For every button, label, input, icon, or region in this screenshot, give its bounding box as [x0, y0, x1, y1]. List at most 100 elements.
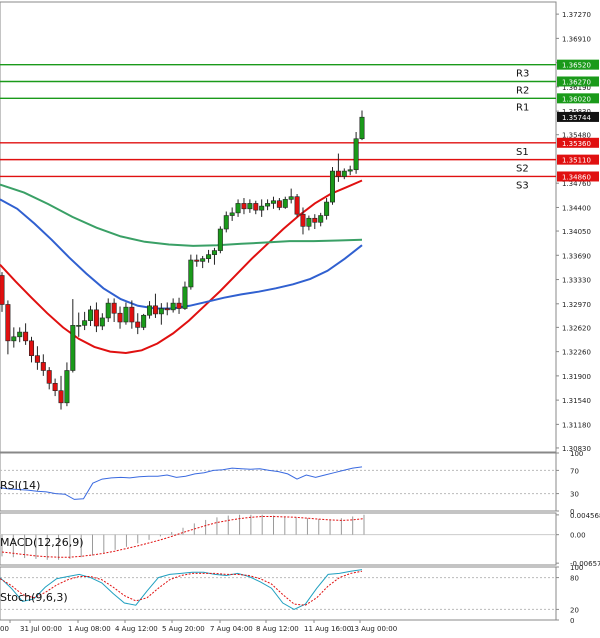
moving-average-line — [0, 198, 363, 310]
candle-body — [318, 215, 324, 223]
candle-body — [158, 308, 164, 315]
price-tick-label: 1.31540 — [562, 397, 591, 405]
level-name: R1 — [516, 102, 529, 113]
candle-body — [129, 306, 135, 323]
candle-body — [23, 331, 29, 342]
candle-body — [306, 217, 312, 227]
main-panel-frame — [0, 1, 557, 453]
indicator-tick-label: 30 — [570, 491, 579, 499]
candle-body — [182, 286, 188, 309]
indicator-name: Stoch(9,6,3) — [0, 591, 68, 604]
indicator-panel-frame — [0, 452, 557, 512]
x-tick-label: 11 Aug 16:00 — [304, 625, 351, 633]
candle-body — [11, 336, 17, 342]
candle-body — [88, 309, 94, 321]
price-tick-label: 1.33330 — [562, 277, 591, 285]
chart-svg: 1.372701.369101.365501.361901.358301.354… — [0, 1, 600, 633]
candle-body — [270, 200, 276, 204]
rsi-line — [0, 466, 363, 500]
level-price-label: 1.36520 — [562, 62, 591, 70]
candle-body — [347, 169, 353, 172]
level-name: S1 — [516, 147, 529, 158]
candle-body — [164, 308, 170, 311]
level-price-label: 1.35360 — [562, 140, 591, 148]
moving-average-line — [0, 183, 363, 247]
candle-body — [117, 312, 123, 323]
candle-body — [335, 170, 341, 177]
price-tick-label: 1.32620 — [562, 324, 591, 332]
candle-body — [188, 259, 194, 288]
candle-body — [324, 201, 330, 216]
candle-body — [70, 325, 76, 371]
candle-body — [217, 228, 223, 251]
level-price-label: 1.36020 — [562, 95, 591, 103]
price-tick-label: 1.37270 — [562, 11, 591, 19]
candle-body — [40, 362, 46, 371]
x-tick-label: 7 Aug 04:00 — [210, 625, 253, 633]
candle-body — [229, 212, 235, 216]
candle-body — [200, 258, 206, 262]
indicator-tick-label: 100 — [570, 450, 583, 458]
candle-body — [288, 196, 294, 200]
indicator-panel-frame — [0, 566, 557, 621]
level-price-label: 1.34860 — [562, 173, 591, 181]
candle-body — [265, 203, 271, 207]
indicator-tick-label: 100 — [570, 564, 583, 572]
x-tick-label: 31 Jul 00:00 — [20, 625, 62, 633]
level-name: R3 — [516, 69, 529, 80]
level-name: S3 — [516, 180, 529, 191]
candle-body — [170, 302, 176, 311]
price-tick-label: 1.32970 — [562, 301, 591, 309]
indicator-tick-label: 0.004568 — [570, 512, 600, 520]
candle-body — [341, 170, 347, 177]
chart: 1.372701.369101.365501.361901.358301.354… — [0, 0, 600, 634]
level-price-label: 1.35110 — [562, 157, 591, 165]
candle-body — [223, 215, 229, 230]
candle-body — [206, 254, 212, 259]
last-price-label: 1.35744 — [562, 114, 591, 122]
price-tick-label: 1.36910 — [562, 35, 591, 43]
level-price-label: 1.36270 — [562, 78, 591, 86]
indicator-tick-label: 70 — [570, 467, 579, 475]
price-tick-label: 1.33690 — [562, 252, 591, 260]
candle-body — [300, 213, 306, 227]
candle-body — [329, 170, 335, 203]
candle-body — [259, 205, 265, 211]
candle-body — [123, 306, 129, 323]
candle-body — [99, 317, 105, 327]
candle-body — [147, 305, 153, 316]
x-tick-label: 5 Aug 20:00 — [162, 625, 205, 633]
candle-body — [46, 370, 52, 384]
level-name: S2 — [516, 164, 529, 175]
indicator-tick-label: 20 — [570, 606, 579, 614]
x-tick-label: 4 Aug 12:00 — [115, 625, 158, 633]
candle-body — [253, 203, 259, 211]
candle-body — [141, 314, 147, 328]
candle-body — [76, 325, 82, 327]
candle-body — [58, 390, 64, 404]
candle-body — [5, 304, 11, 342]
candle-body — [247, 203, 253, 210]
x-tick-label: 00 — [0, 625, 9, 633]
price-tick-label: 1.32260 — [562, 349, 591, 357]
candle-body — [282, 199, 288, 208]
price-tick-label: 1.34400 — [562, 204, 591, 212]
candle-body — [64, 370, 70, 404]
x-tick-label: 1 Aug 08:00 — [68, 625, 111, 633]
x-tick-label: 13 Aug 00:00 — [350, 625, 397, 633]
candle-body — [152, 305, 158, 315]
candle-body — [359, 116, 365, 140]
indicator-tick-label: 0 — [570, 617, 574, 625]
candle-body — [276, 200, 282, 208]
indicator-tick-label: 80 — [570, 575, 579, 583]
indicator-name: MACD(12,26,9) — [0, 536, 84, 549]
candle-body — [312, 217, 318, 223]
indicator-tick-label: 0.00 — [570, 532, 586, 540]
candle-body — [82, 320, 88, 326]
level-name: R2 — [516, 85, 529, 96]
candle-body — [211, 250, 217, 255]
candle-body — [93, 309, 99, 327]
candle-body — [0, 275, 5, 305]
candle-body — [241, 203, 247, 210]
candle-body — [135, 321, 141, 328]
